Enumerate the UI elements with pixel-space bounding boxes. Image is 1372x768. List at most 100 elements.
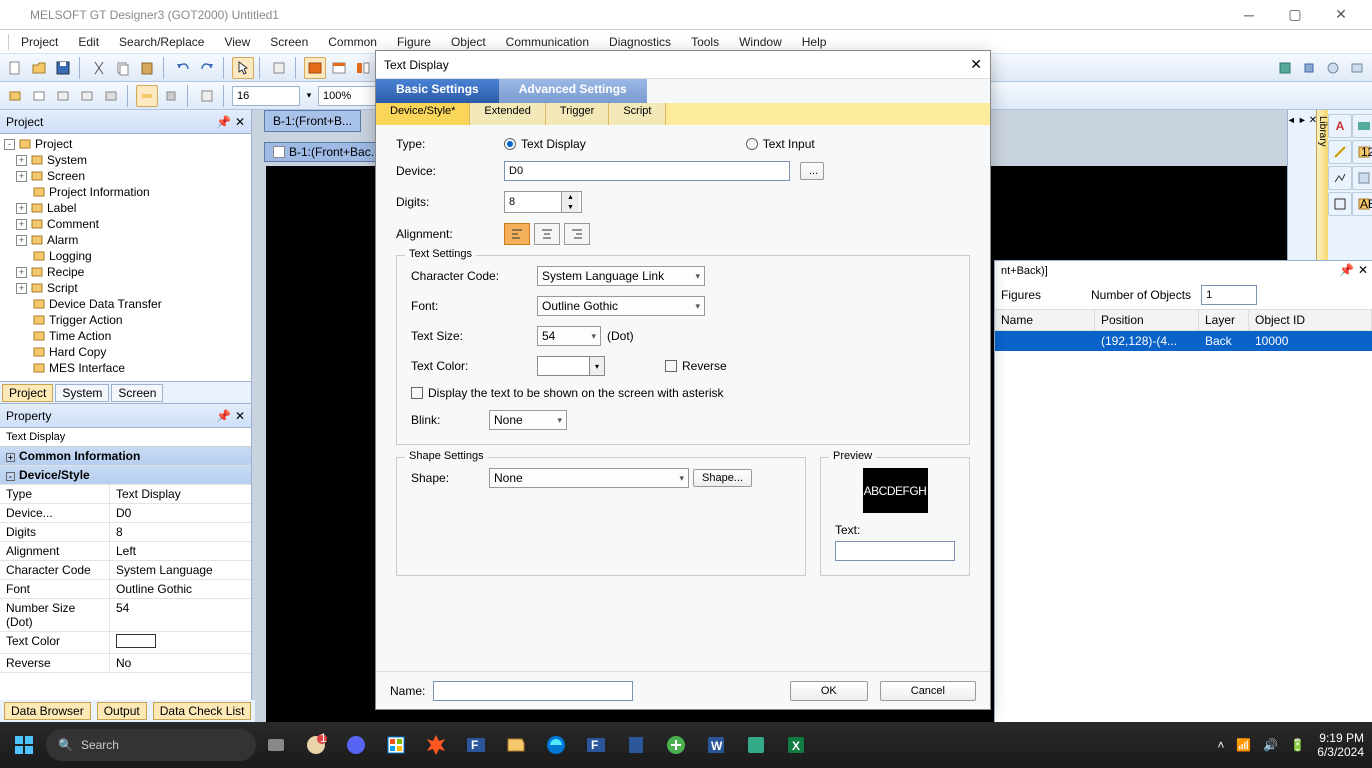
- tool-icon[interactable]: [1352, 114, 1372, 138]
- tree-item[interactable]: Trigger Action: [2, 312, 249, 328]
- tree-item[interactable]: +Recipe: [2, 264, 249, 280]
- right-tool-icon[interactable]: [1346, 57, 1368, 79]
- tree-item[interactable]: Project Information: [2, 184, 249, 200]
- property-value[interactable]: No: [110, 654, 251, 672]
- taskbar-app-icon[interactable]: W: [696, 725, 736, 765]
- undo-icon[interactable]: [172, 57, 194, 79]
- menu-tools[interactable]: Tools: [681, 33, 729, 51]
- property-value[interactable]: 54: [110, 599, 251, 631]
- tab-device-style[interactable]: Device/Style*: [376, 103, 470, 125]
- taskbar-app-icon[interactable]: F: [576, 725, 616, 765]
- tree-expand-icon[interactable]: +: [16, 203, 27, 214]
- spin-up-icon[interactable]: ▲: [562, 192, 579, 202]
- object-table-row[interactable]: (192,128)-(4... Back 10000: [995, 331, 1372, 351]
- name-input[interactable]: [433, 681, 633, 701]
- pin-icon[interactable]: 📌: [216, 409, 231, 423]
- taskbar-app-icon[interactable]: F: [456, 725, 496, 765]
- font-size-input[interactable]: [232, 86, 300, 106]
- window-mode-3-icon[interactable]: [352, 57, 374, 79]
- arrow-right-icon[interactable]: ►: [1298, 115, 1307, 125]
- tab-screen[interactable]: Screen: [111, 384, 163, 402]
- tree-item[interactable]: +Comment: [2, 216, 249, 232]
- menu-view[interactable]: View: [214, 33, 260, 51]
- volume-icon[interactable]: 🔊: [1263, 738, 1278, 752]
- paste-icon[interactable]: [136, 57, 158, 79]
- tab-output[interactable]: Output: [97, 702, 147, 720]
- taskbar-app-icon[interactable]: [416, 725, 456, 765]
- tree-expand-icon[interactable]: +: [16, 219, 27, 230]
- property-row[interactable]: Text Color: [0, 632, 251, 654]
- menu-help[interactable]: Help: [792, 33, 837, 51]
- font-dropdown[interactable]: Outline Gothic: [537, 296, 705, 316]
- property-row[interactable]: Device...D0: [0, 504, 251, 523]
- right-tool-icon[interactable]: [1298, 57, 1320, 79]
- align-center-button[interactable]: [534, 223, 560, 245]
- redo-icon[interactable]: [196, 57, 218, 79]
- property-value[interactable]: System Language: [110, 561, 251, 579]
- tool-icon[interactable]: [136, 85, 158, 107]
- menu-object[interactable]: Object: [441, 33, 496, 51]
- tool-icon[interactable]: ABC: [1352, 192, 1372, 216]
- tab-basic-settings[interactable]: Basic Settings: [376, 79, 499, 103]
- tool-icon[interactable]: [1352, 166, 1372, 190]
- property-value[interactable]: 8: [110, 523, 251, 541]
- tree-expand-icon[interactable]: +: [16, 155, 27, 166]
- tree-item[interactable]: +Script: [2, 280, 249, 296]
- menu-common[interactable]: Common: [318, 33, 387, 51]
- open-icon[interactable]: [28, 57, 50, 79]
- taskbar-search[interactable]: 🔍 Search: [46, 729, 256, 761]
- new-icon[interactable]: [4, 57, 26, 79]
- polyline-tool-icon[interactable]: [1328, 166, 1352, 190]
- tree-item[interactable]: Time Action: [2, 328, 249, 344]
- menu-communication[interactable]: Communication: [496, 33, 599, 51]
- text-size-dropdown[interactable]: 54: [537, 326, 601, 346]
- tree-item[interactable]: Device Data Transfer: [2, 296, 249, 312]
- pin-icon[interactable]: 📌: [1339, 263, 1354, 277]
- tree-expand-icon[interactable]: -: [4, 139, 15, 150]
- window-mode-1-icon[interactable]: [304, 57, 326, 79]
- tool-icon[interactable]: [52, 85, 74, 107]
- reverse-checkbox[interactable]: Reverse: [665, 359, 727, 373]
- menu-edit[interactable]: Edit: [68, 33, 109, 51]
- right-tool-icon[interactable]: [1322, 57, 1344, 79]
- taskbar-app-icon[interactable]: X: [776, 725, 816, 765]
- right-tool-icon[interactable]: [1274, 57, 1296, 79]
- property-value[interactable]: Outline Gothic: [110, 580, 251, 598]
- property-row[interactable]: TypeText Display: [0, 485, 251, 504]
- type-radio-text-input[interactable]: Text Input: [746, 137, 815, 151]
- tool-icon[interactable]: [76, 85, 98, 107]
- blink-dropdown[interactable]: None: [489, 410, 567, 430]
- tab-data-check-list[interactable]: Data Check List: [153, 702, 252, 720]
- shape-browse-button[interactable]: Shape...: [693, 469, 752, 487]
- start-button[interactable]: [8, 729, 40, 761]
- digits-spinner[interactable]: ▲▼: [504, 191, 582, 213]
- tree-item[interactable]: MES Interface: [2, 360, 249, 376]
- align-right-button[interactable]: [564, 223, 590, 245]
- taskbar-app-icon[interactable]: [616, 725, 656, 765]
- menu-diagnostics[interactable]: Diagnostics: [599, 33, 681, 51]
- tree-expand-icon[interactable]: +: [16, 283, 27, 294]
- copy-icon[interactable]: [112, 57, 134, 79]
- char-code-dropdown[interactable]: System Language Link: [537, 266, 705, 286]
- battery-icon[interactable]: 🔋: [1290, 738, 1305, 752]
- taskbar-app-icon[interactable]: [536, 725, 576, 765]
- tool-icon[interactable]: [4, 85, 26, 107]
- tree-expand-icon[interactable]: +: [16, 267, 27, 278]
- maximize-button[interactable]: ▢: [1272, 0, 1318, 30]
- shape-dropdown[interactable]: None: [489, 468, 689, 488]
- taskbar-clock[interactable]: 9:19 PM 6/3/2024: [1317, 731, 1364, 760]
- text-tool-icon[interactable]: A: [1328, 114, 1352, 138]
- num-objects-value[interactable]: [1201, 285, 1257, 305]
- tree-expand-icon[interactable]: +: [16, 235, 27, 246]
- taskbar-app-icon[interactable]: [376, 725, 416, 765]
- align-left-button[interactable]: [504, 223, 530, 245]
- property-row[interactable]: Digits8: [0, 523, 251, 542]
- property-value[interactable]: D0: [110, 504, 251, 522]
- taskbar-app-icon[interactable]: 1: [296, 725, 336, 765]
- tool-icon[interactable]: 123: [1352, 140, 1372, 164]
- device-browse-button[interactable]: ...: [800, 162, 824, 180]
- property-row[interactable]: AlignmentLeft: [0, 542, 251, 561]
- tool-icon[interactable]: [160, 85, 182, 107]
- tab-system[interactable]: System: [55, 384, 109, 402]
- pointer-icon[interactable]: [232, 57, 254, 79]
